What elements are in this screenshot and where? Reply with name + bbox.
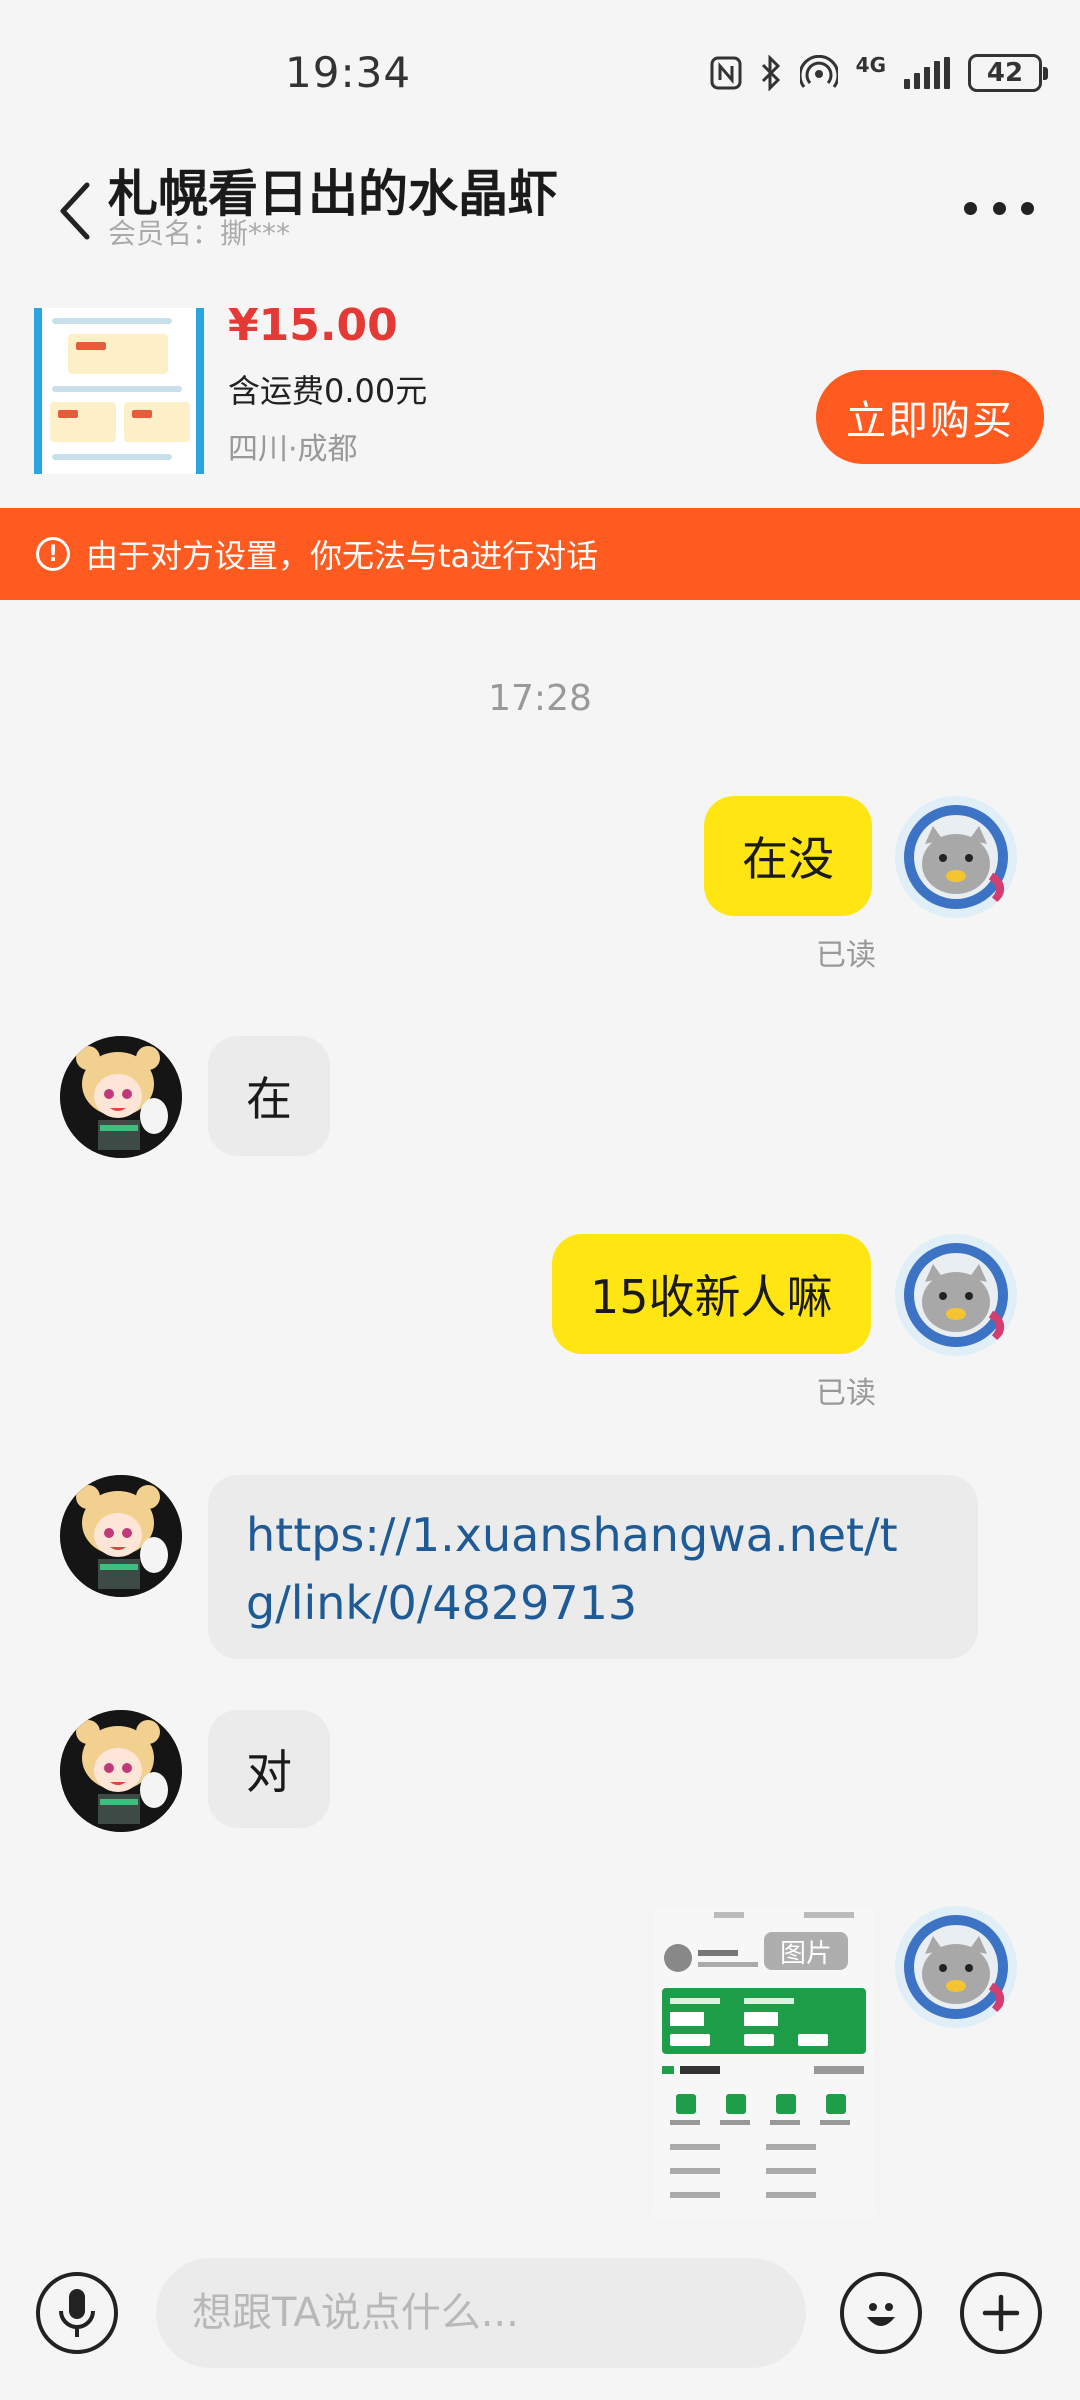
input-bar (0, 2240, 1080, 2400)
message-bubble-received[interactable]: 在 (208, 1036, 330, 1156)
network-label: 4G (855, 53, 886, 77)
message-input[interactable] (156, 2258, 806, 2368)
chat-timestamp: 17:28 (488, 678, 592, 719)
contact-avatar[interactable] (60, 1475, 182, 1597)
my-avatar[interactable] (895, 1234, 1017, 1356)
emoji-button[interactable] (840, 2272, 922, 2354)
message-bubble-sent[interactable]: 15收新人嘛 (552, 1234, 871, 1354)
status-time: 19:34 (285, 48, 412, 97)
status-icons: 4G 42 (710, 53, 1048, 92)
read-receipt: 已读 (816, 1376, 876, 1411)
image-tag: 图片 (764, 1932, 848, 1970)
hotspot-icon (799, 55, 838, 88)
emoji-icon (867, 2303, 895, 2326)
nfc-icon (710, 56, 742, 90)
dot-icon (992, 201, 1006, 215)
anime-avatar-icon (60, 1036, 182, 1158)
cat-avatar-icon (904, 1915, 1008, 2019)
warning-text: 由于对方设置，你无法与ta进行对话 (86, 537, 599, 575)
member-name: 会员名：撕*** (108, 217, 291, 250)
product-price: ¥15.00 (228, 300, 398, 351)
my-avatar[interactable] (895, 796, 1017, 918)
status-bar: 19:34 4G 42 (0, 0, 1080, 140)
my-avatar[interactable] (895, 1906, 1017, 2028)
battery-icon: 42 (968, 54, 1048, 92)
contact-avatar[interactable] (60, 1036, 182, 1158)
product-card[interactable]: ¥15.00 含运费0.00元 四川·成都 立即购买 (0, 286, 1080, 506)
more-actions-button[interactable] (960, 2272, 1042, 2354)
read-receipt: 已读 (816, 938, 876, 973)
plus-icon (982, 2294, 1020, 2332)
back-button[interactable] (50, 176, 100, 246)
signal-icon (904, 57, 950, 89)
shipping-fee: 含运费0.00元 (228, 372, 428, 410)
chat-header: 札幌看日出的水晶虾 会员名：撕*** (0, 140, 1080, 280)
anime-avatar-icon (60, 1475, 182, 1597)
message-link[interactable]: https://1.xuanshangwa.net/tg/link/0/4829… (208, 1475, 978, 1659)
chevron-left-icon (60, 182, 90, 240)
dot-icon (1021, 201, 1034, 215)
microphone-icon (59, 2289, 95, 2337)
warning-banner: ! 由于对方设置，你无法与ta进行对话 (0, 508, 1080, 600)
dot-icon (964, 201, 977, 215)
message-bubble-sent[interactable]: 在没 (704, 796, 872, 916)
cat-avatar-icon (904, 1243, 1008, 1347)
message-bubble-received[interactable]: 对 (208, 1710, 330, 1828)
buy-now-button[interactable]: 立即购买 (816, 370, 1044, 464)
battery-level: 42 (986, 58, 1024, 88)
cat-avatar-icon (904, 805, 1008, 909)
voice-button[interactable] (36, 2272, 118, 2354)
anime-avatar-icon (60, 1710, 182, 1832)
more-options-button[interactable] (964, 188, 1034, 228)
bluetooth-icon (761, 55, 780, 91)
product-location: 四川·成都 (228, 432, 358, 467)
image-message[interactable]: 图片 (654, 1906, 874, 2218)
product-thumbnail[interactable] (34, 308, 204, 474)
contact-avatar[interactable] (60, 1710, 182, 1832)
warning-icon: ! (36, 537, 70, 571)
